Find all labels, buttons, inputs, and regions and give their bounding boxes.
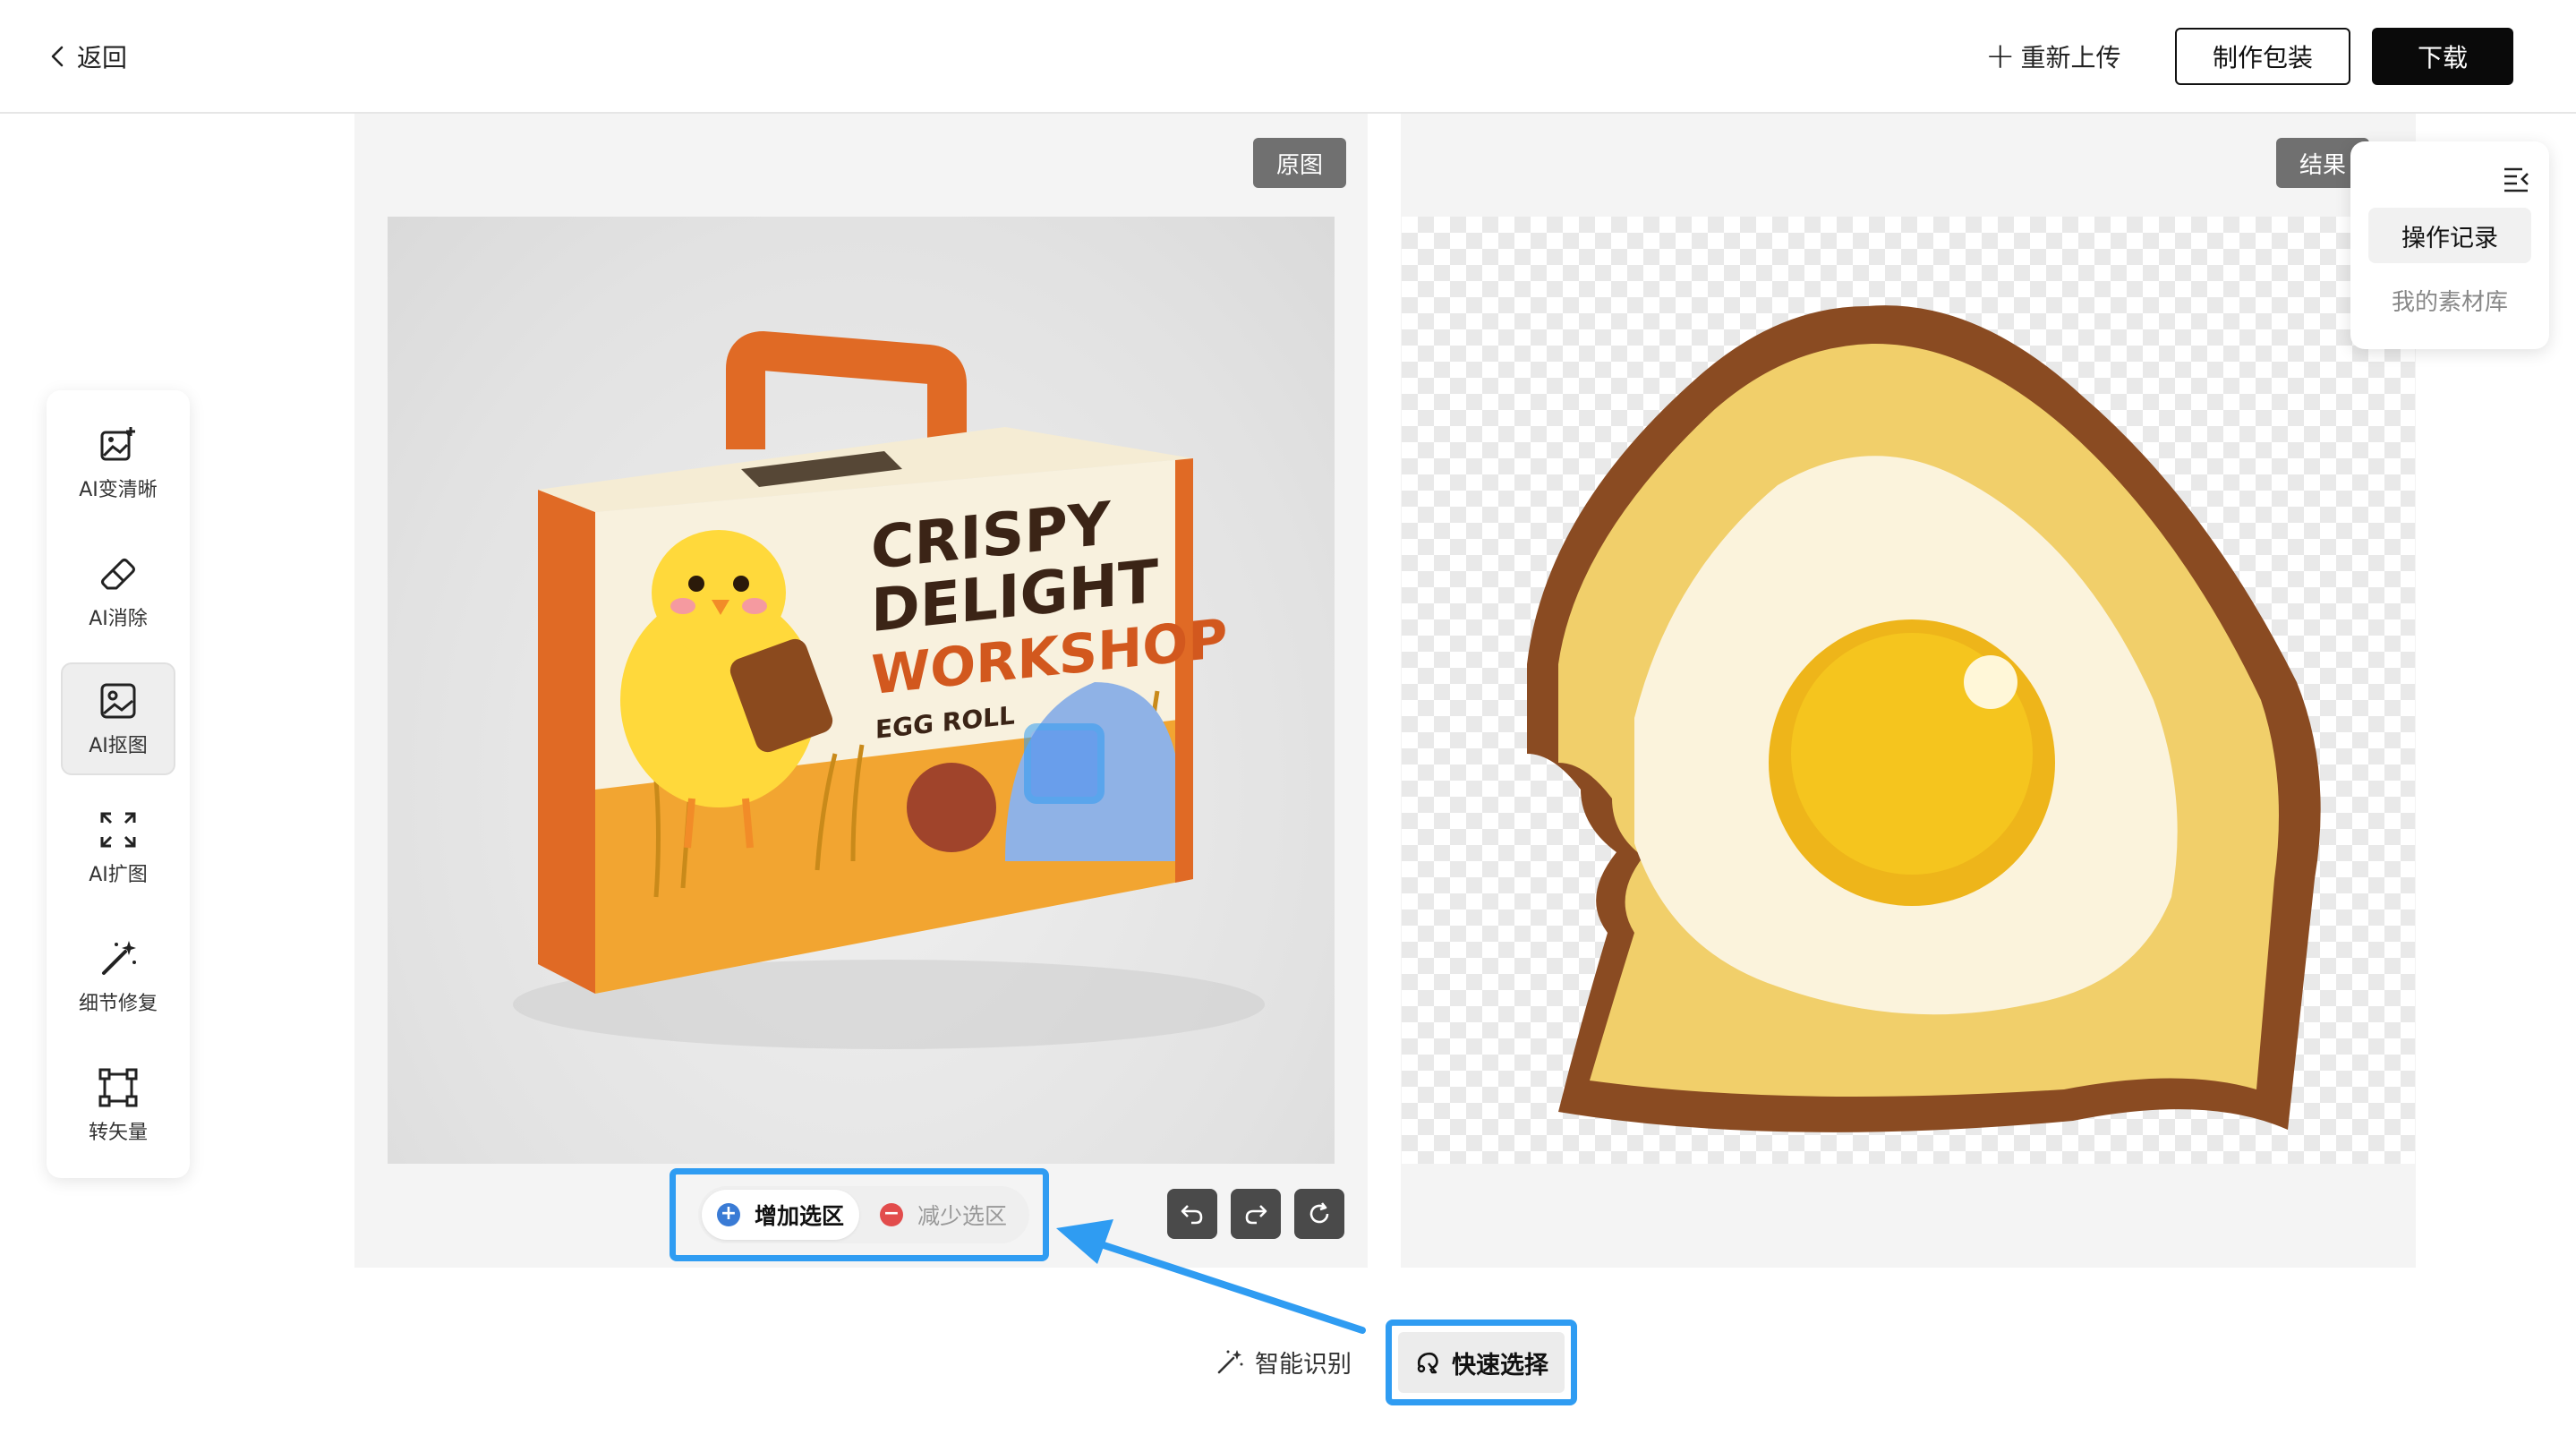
tool-label: AI变清晰: [79, 479, 158, 501]
back-label: 返回: [77, 43, 128, 73]
top-bar: 返回 + 重新上传 制作包装 下载: [0, 0, 2576, 114]
reupload-button[interactable]: + 重新上传: [1985, 36, 2121, 77]
collapse-panel-icon[interactable]: [2501, 163, 2531, 193]
chevron-left-icon: [51, 46, 64, 67]
image-enhance-icon: [100, 427, 135, 461]
magic-wand-icon: [102, 941, 136, 975]
tool-ai-expand[interactable]: AI扩图: [61, 791, 175, 904]
smart-recognize-button[interactable]: 智能识别: [1215, 1339, 1352, 1384]
add-selection-button[interactable]: + 增加选区: [702, 1190, 859, 1240]
quick-select-highlight: 快速选择: [1386, 1320, 1577, 1405]
reupload-label: 重新上传: [2020, 43, 2121, 73]
plus-icon: +: [1985, 36, 2016, 77]
add-selection-label: 增加选区: [754, 1203, 844, 1229]
remove-selection-button[interactable]: − 减少选区: [866, 1190, 1020, 1240]
remove-selection-label: 减少选区: [917, 1203, 1007, 1229]
download-button[interactable]: 下载: [2372, 28, 2513, 85]
tool-sidebar: AI变清晰 AI消除 AI抠图 AI扩图 细节修复 转矢量: [47, 390, 190, 1178]
selection-mode-toggle: + 增加选区 − 减少选区: [698, 1186, 1029, 1243]
minus-circle-icon: −: [879, 1203, 903, 1226]
tool-label: 转矢量: [88, 1122, 148, 1144]
library-tab[interactable]: 我的素材库: [2368, 272, 2531, 328]
vector-icon: [98, 1068, 138, 1107]
image-cutout-icon: [100, 683, 136, 719]
tool-label: AI抠图: [89, 735, 148, 757]
egg-roll-cutout: [1527, 305, 2321, 1132]
original-tag: 原图: [1253, 138, 1347, 188]
tool-label: AI消除: [89, 608, 148, 630]
tool-label: AI扩图: [89, 864, 148, 886]
history-tab[interactable]: 操作记录: [2368, 208, 2531, 263]
expand-icon: [100, 812, 136, 848]
product-box-illustration: CRISPY DELIGHT WORKSHOP EGG ROLL: [513, 331, 1265, 1049]
tool-detail-repair[interactable]: 细节修复: [61, 920, 175, 1033]
make-package-button[interactable]: 制作包装: [2175, 28, 2350, 85]
eraser-icon: [101, 559, 135, 590]
plus-circle-icon: +: [716, 1203, 740, 1226]
back-button[interactable]: 返回: [47, 36, 127, 77]
smart-recognize-label: 智能识别: [1255, 1350, 1352, 1379]
tool-to-vector[interactable]: 转矢量: [61, 1049, 175, 1162]
tool-ai-cutout[interactable]: AI抠图: [61, 662, 175, 775]
tool-ai-erase[interactable]: AI消除: [61, 535, 175, 648]
result-image[interactable]: [1402, 217, 2415, 1164]
magic-wand-icon: [1217, 1350, 1243, 1374]
original-image[interactable]: CRISPY DELIGHT WORKSHOP EGG ROLL: [388, 217, 1335, 1164]
pointer-arrow: [1056, 1219, 1366, 1334]
quick-select-label: 快速选择: [1452, 1351, 1548, 1379]
lasso-icon: [1417, 1352, 1438, 1374]
tool-label: 细节修复: [78, 993, 158, 1015]
history-panel: 操作记录 我的素材库: [2350, 141, 2549, 349]
tool-ai-enhance[interactable]: AI变清晰: [61, 406, 175, 519]
quick-select-button[interactable]: 快速选择: [1398, 1332, 1565, 1393]
